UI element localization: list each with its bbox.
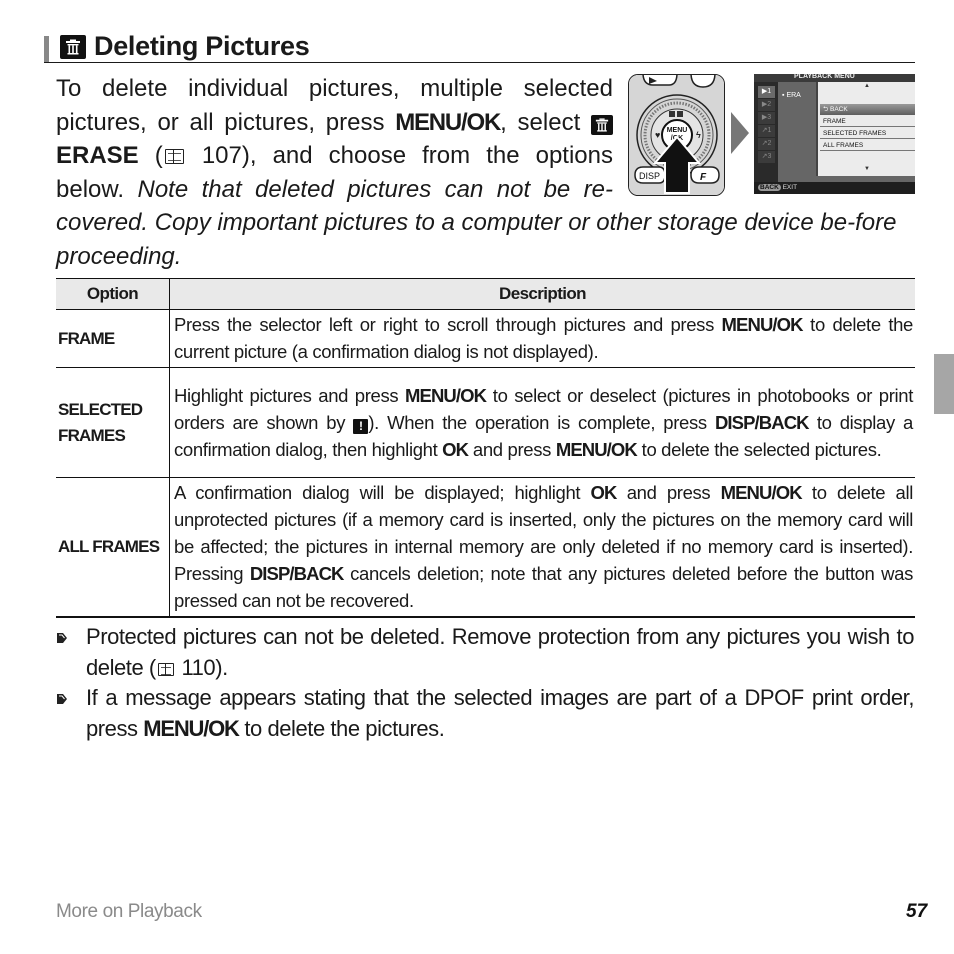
table-row: ALL FRAMES A confirmation dialog will be … (56, 477, 915, 618)
camera-back-illustration: MENU /OK ♥ ϟ DISP F (628, 74, 725, 196)
screen-submenu-item: ALL FRAMES (820, 140, 915, 151)
table-header-row: Option Description (56, 278, 915, 310)
table-row: SELECTED FRAMES Highlight pictures and pr… (56, 367, 915, 478)
page-number: 57 (906, 901, 928, 922)
button-label: OK (442, 438, 469, 460)
column-header-description: Description (169, 278, 915, 310)
description-text: and press (616, 482, 721, 503)
screen-tab: ▶2 (758, 99, 775, 112)
footer-section-title: More on Playback (56, 901, 202, 922)
page-reference-link[interactable]: 107 (202, 142, 242, 169)
chapter-thumb-tab (934, 354, 954, 414)
erase-label: ERASE (56, 142, 139, 169)
button-label: DISP/BACK (714, 411, 810, 433)
table-row: FRAME Press the selector left or right to… (56, 309, 915, 368)
screen-back-button: BACK (758, 184, 781, 191)
screen-tabs: ▶1 ▶2 ▶3 ↗1 ↗2 ↗3 (758, 86, 775, 164)
heading-rule (44, 62, 915, 63)
svg-text:ϟ: ϟ (696, 130, 701, 140)
trash-icon (60, 34, 86, 59)
note-text: ). (215, 654, 228, 680)
description-text: A confirmation dialog will be displayed;… (174, 482, 591, 503)
description-text: to delete the selected pictures. (636, 438, 882, 460)
note-pencil-icon (57, 633, 67, 643)
screen-bottom-bar: BACK EXIT (754, 182, 915, 194)
button-label: MENU/OK (555, 438, 638, 460)
screen-tab: ▶1 (758, 86, 775, 99)
svg-text:F: F (700, 172, 707, 183)
book-reference-icon (157, 662, 174, 676)
option-description: A confirmation dialog will be displayed;… (169, 477, 915, 618)
screen-erase-item: ▪ ERA (782, 92, 801, 99)
arrow-right-icon (731, 112, 749, 154)
screen-tab: ↗3 (758, 151, 775, 164)
option-description: Highlight pictures and press MENU/OK to … (169, 367, 915, 478)
camera-menu-screen: PLAYBACK MENU ▶1 ▶2 ▶3 ↗1 ↗2 ↗3 ▪ ERA ▲ … (754, 74, 915, 194)
button-label: DISP/BACK (249, 563, 345, 584)
option-name: SELECTED FRAMES (56, 367, 170, 478)
note-pencil-icon (57, 694, 67, 704)
warning-paragraph: covered. Copy important pictures to a co… (56, 209, 897, 270)
trash-icon (591, 114, 613, 135)
svg-text:DISP: DISP (639, 171, 660, 181)
description-text: Press the selector left or right to scro… (174, 314, 722, 335)
book-reference-icon (164, 149, 184, 164)
screen-exit-label: EXIT (782, 184, 798, 191)
options-table: Option Description FRAME Press the select… (56, 278, 915, 618)
screen-tab: ↗1 (758, 125, 775, 138)
option-name: ALL FRAMES (56, 477, 170, 618)
description-text: Highlight pictures and press (174, 384, 405, 406)
svg-text:♥: ♥ (655, 130, 660, 140)
note-item: If a message appears stating that the se… (56, 683, 914, 744)
screen-submenu-item: ⮌ BACK (820, 104, 915, 115)
menu-ok-label: MENU/OK (395, 108, 501, 136)
page-title: Deleting Pictures (60, 31, 310, 62)
button-label: MENU/OK (405, 384, 487, 406)
page-reference-link[interactable]: 110 (181, 655, 215, 680)
option-description: Press the selector left or right to scro… (169, 309, 915, 368)
intro-paragraph: To delete individual pictures, multiple … (56, 72, 613, 206)
screen-submenu: ▲ ⮌ BACK FRAME SELECTED FRAMES ALL FRAME… (816, 82, 915, 176)
intro-text: ( (138, 142, 163, 169)
notes-list: Protected pictures can not be deleted. R… (56, 622, 914, 744)
description-text: and press (468, 438, 556, 460)
option-name: FRAME (56, 309, 170, 368)
svg-text:MENU: MENU (667, 127, 688, 134)
heading-accent-bar (44, 36, 49, 62)
button-label: MENU/OK (720, 482, 803, 503)
scroll-down-icon: ▼ (864, 166, 870, 172)
note-item: Protected pictures can not be deleted. R… (56, 622, 914, 683)
page-title-text: Deleting Pictures (94, 31, 310, 61)
screen-submenu-item: SELECTED FRAMES (820, 128, 915, 139)
screen-tab: ↗2 (758, 138, 775, 151)
screen-submenu-label: BACK (830, 106, 848, 113)
button-label: OK (590, 482, 618, 503)
screen-tab: ▶3 (758, 112, 775, 125)
description-text: ). When the operation is complete, press (368, 411, 715, 433)
print-order-icon: ! (353, 418, 369, 434)
screen-submenu-item: FRAME (820, 116, 915, 127)
button-label: MENU/OK (721, 314, 804, 335)
screen-erase-label: ERA (786, 92, 801, 99)
warning-text: Note that deleted pictures can not be re… (137, 175, 614, 203)
column-header-option: Option (56, 278, 170, 310)
scroll-up-icon: ▲ (864, 83, 870, 89)
menu-ok-label: MENU/OK (143, 715, 240, 741)
note-text: to delete the pictures. (238, 715, 445, 741)
camera-controls-drawing: MENU /OK ♥ ϟ DISP F (629, 75, 724, 195)
screen-title: PLAYBACK MENU (794, 74, 855, 80)
intro-text: , select (500, 108, 591, 136)
